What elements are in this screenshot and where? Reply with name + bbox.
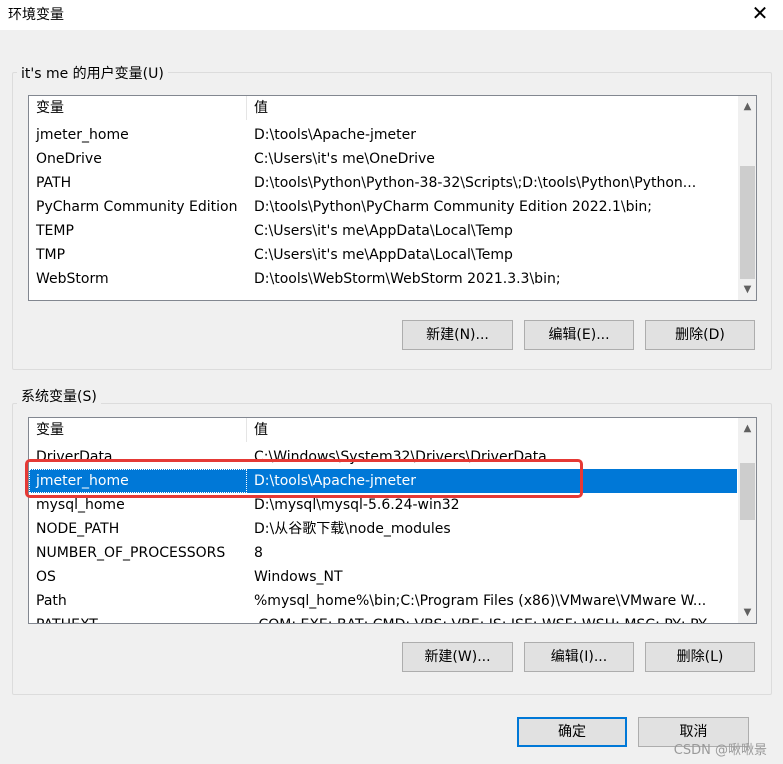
table-row[interactable]: PATHEXT.COM;.EXE;.BAT;.CMD;.VBS;.VBE;.JS… [29,613,737,623]
system-variables-label: 系统变量(S) [17,386,101,406]
table-row[interactable]: OS Windows_NT [29,565,737,589]
variable-value-cell: D:\mysql\mysql-5.6.24-win32 [254,497,460,513]
table-row[interactable]: jmeter_home D:\tools\Apache-jmeter [29,469,737,493]
scroll-up-icon[interactable]: ▲ [739,420,756,437]
table-row[interactable]: Path %mysql_home%\bin;C:\Program Files (x… [29,589,737,613]
column-header-value[interactable]: 值 [247,418,737,442]
user-delete-button[interactable]: 删除(D) [645,320,755,350]
variable-value-cell: C:\Users\it's me\OneDrive [254,151,435,167]
user-edit-button[interactable]: 编辑(E)... [524,320,634,350]
table-row[interactable]: PyCharm Community Edition D:\tools\Python… [29,195,737,219]
scroll-up-icon[interactable]: ▲ [739,98,756,115]
table-row[interactable]: TEMP C:\Users\it's me\AppData\Local\Temp [29,219,737,243]
system-delete-button[interactable]: 删除(L) [645,642,755,672]
table-row[interactable]: TMP C:\Users\it's me\AppData\Local\Temp [29,243,737,267]
table-row[interactable]: PATH D:\tools\Python\Python-38-32\Scripts… [29,171,737,195]
list-header: 变量 值 [29,96,737,120]
variable-name-cell: PyCharm Community Edition [36,199,238,215]
scroll-thumb[interactable] [740,463,755,520]
table-row[interactable]: WebStorm D:\tools\WebStorm\WebStorm 2021.… [29,267,737,291]
variable-name-cell: OS [36,569,56,585]
variable-name-cell: PATH [36,175,72,191]
table-row[interactable]: OneDrive C:\Users\it's me\OneDrive [29,147,737,171]
variable-value-cell: D:\从谷歌下载\node_modules [254,521,451,537]
variable-name-cell: Path [36,593,67,609]
title-bar: 环境变量 ✕ [0,0,783,30]
table-row[interactable]: NODE_PATH D:\从谷歌下载\node_modules [29,517,737,541]
variable-name-cell: NODE_PATH [36,521,120,537]
variable-value-cell: D:\tools\WebStorm\WebStorm 2021.3.3\bin; [254,271,561,287]
variable-value-cell: 8 [254,545,263,561]
variable-value-cell: D:\tools\Python\Python-38-32\Scripts\;D:… [254,175,697,191]
column-header-variable[interactable]: 变量 [29,96,247,120]
list-body: jmeter_home D:\tools\Apache-jmeter OneDriv… [29,123,737,291]
user-new-button[interactable]: 新建(N)... [402,320,513,350]
variable-name-cell: OneDrive [36,151,102,167]
variable-value-cell: D:\tools\Apache-jmeter [254,127,417,143]
user-variables-label: it's me 的用户变量(U) [17,63,168,83]
variable-name-cell: jmeter_home [36,127,129,143]
variable-value-cell: D:\tools\Python\PyCharm Community Editio… [254,199,652,215]
variable-name-cell: DriverData [36,449,113,465]
variable-name-cell: WebStorm [36,271,109,287]
variable-name-cell: NUMBER_OF_PROCESSORS [36,545,226,561]
column-header-variable[interactable]: 变量 [29,418,247,442]
variable-name-cell: TEMP [36,223,74,239]
variable-name-cell: jmeter_home [29,469,247,493]
list-header: 变量 值 [29,418,737,442]
user-variables-list[interactable]: 变量 值 jmeter_home D:\tools\Apache-jmeter On… [28,95,757,301]
scroll-down-icon[interactable]: ▼ [739,604,756,621]
variable-name-cell: PATHEXT [29,613,247,623]
table-row[interactable]: jmeter_home D:\tools\Apache-jmeter [29,123,737,147]
scroll-down-icon[interactable]: ▼ [739,281,756,298]
vertical-scrollbar[interactable]: ▲ ▼ [738,96,756,300]
variable-value-cell: .COM;.EXE;.BAT;.CMD;.VBS;.VBE;.JS;.JSE;.… [247,613,737,623]
watermark: CSDN @啾啾景 [673,743,767,758]
variable-value-cell: D:\tools\Apache-jmeter [254,473,417,489]
variable-value-cell: C:\Users\it's me\AppData\Local\Temp [254,247,513,263]
ok-button[interactable]: 确定 [517,717,627,747]
system-variables-list[interactable]: 变量 值 DriverData C:\Windows\System32\Drive… [28,417,757,624]
scroll-thumb[interactable] [740,166,755,279]
variable-value-cell: %mysql_home%\bin;C:\Program Files (x86)\… [254,593,707,609]
window-title: 环境变量 [8,7,64,23]
table-row[interactable]: NUMBER_OF_PROCESSORS 8 [29,541,737,565]
close-icon[interactable]: ✕ [749,2,771,24]
table-row[interactable]: mysql_home D:\mysql\mysql-5.6.24-win32 [29,493,737,517]
list-body: DriverData C:\Windows\System32\Drivers\Dr… [29,445,737,623]
system-edit-button[interactable]: 编辑(I)... [524,642,634,672]
variable-name-cell: mysql_home [36,497,125,513]
variable-value-cell: C:\Windows\System32\Drivers\DriverData [254,449,547,465]
column-header-value[interactable]: 值 [247,96,737,120]
variable-name-cell: TMP [36,247,66,263]
table-row[interactable]: DriverData C:\Windows\System32\Drivers\Dr… [29,445,737,469]
system-new-button[interactable]: 新建(W)... [402,642,513,672]
variable-value-cell: C:\Users\it's me\AppData\Local\Temp [254,223,513,239]
variable-value-cell: Windows_NT [254,569,343,585]
vertical-scrollbar[interactable]: ▲ ▼ [738,418,756,623]
